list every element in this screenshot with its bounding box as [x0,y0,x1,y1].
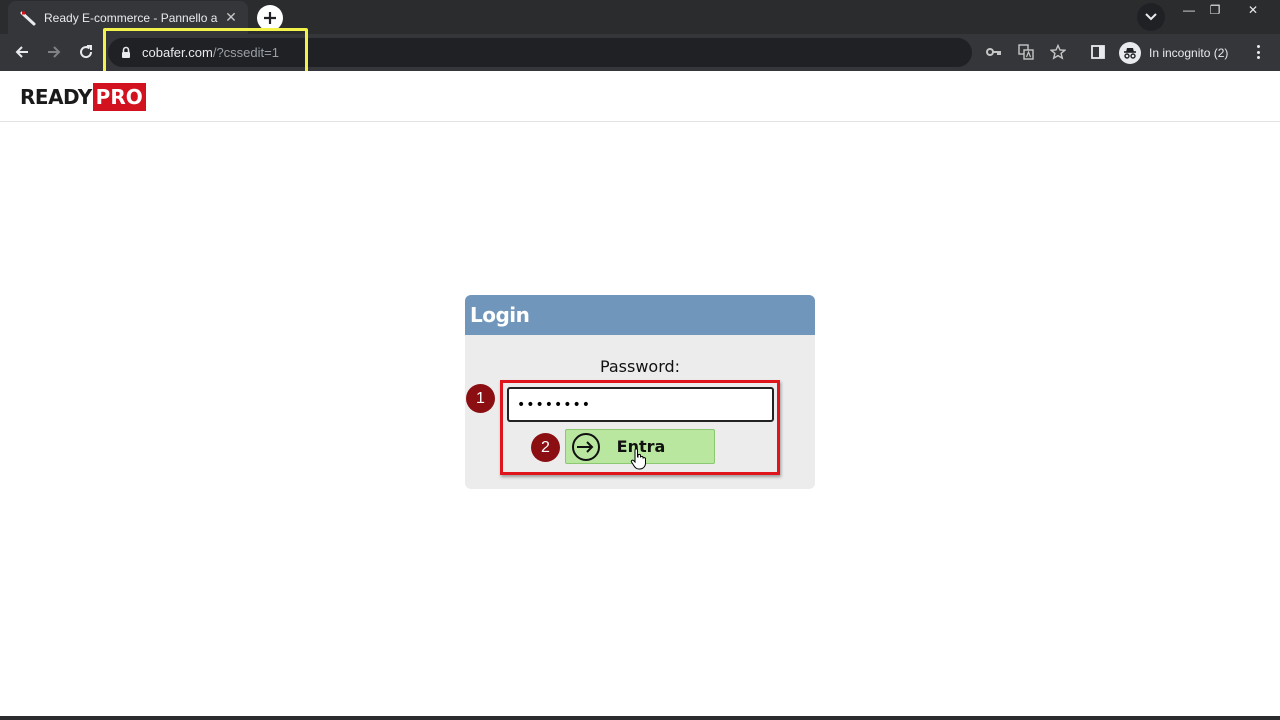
hand-cursor-icon [630,448,646,470]
tab-title: Ready E-commerce - Pannello amministrazi… [44,10,218,25]
taskbar-edge [0,716,1280,720]
incognito-label: In incognito (2) [1149,45,1229,60]
translate-icon[interactable] [1016,42,1036,62]
kebab-menu-icon[interactable] [1250,42,1266,62]
ready-pro-logo[interactable]: READY PRO [20,83,146,111]
incognito-button[interactable]: In incognito (2) [1117,39,1240,66]
arrow-left-icon [15,46,28,58]
chevron-down-icon [1145,13,1157,21]
tab-close-icon[interactable]: ✕ [222,9,240,26]
reload-icon [80,45,93,59]
logo-ready-text: READY [20,85,92,109]
logo-pro-text: PRO [92,83,146,111]
arrow-right-icon [48,46,61,58]
key-icon[interactable] [984,42,1004,62]
reload-button[interactable] [72,38,100,66]
step-2-badge: 2 [531,433,560,462]
back-button[interactable] [8,38,36,66]
password-label: Password: [599,357,681,376]
login-title: Login [470,303,530,327]
url-highlight-annotation [103,28,308,76]
incognito-icon [1119,41,1141,64]
minimize-button[interactable]: — [1176,0,1202,20]
forward-button[interactable] [40,38,68,66]
star-icon[interactable] [1048,42,1068,62]
tab-search-button[interactable] [1137,3,1165,31]
site-header: READY PRO [0,71,1280,122]
step-1-badge: 1 [466,384,495,413]
side-panel-icon[interactable] [1088,42,1108,62]
login-header: Login [465,295,815,335]
plus-icon [264,12,276,24]
restore-button[interactable]: ❐ [1202,0,1228,20]
tab-favicon-icon [20,10,36,26]
close-window-button[interactable]: ✕ [1240,0,1266,20]
